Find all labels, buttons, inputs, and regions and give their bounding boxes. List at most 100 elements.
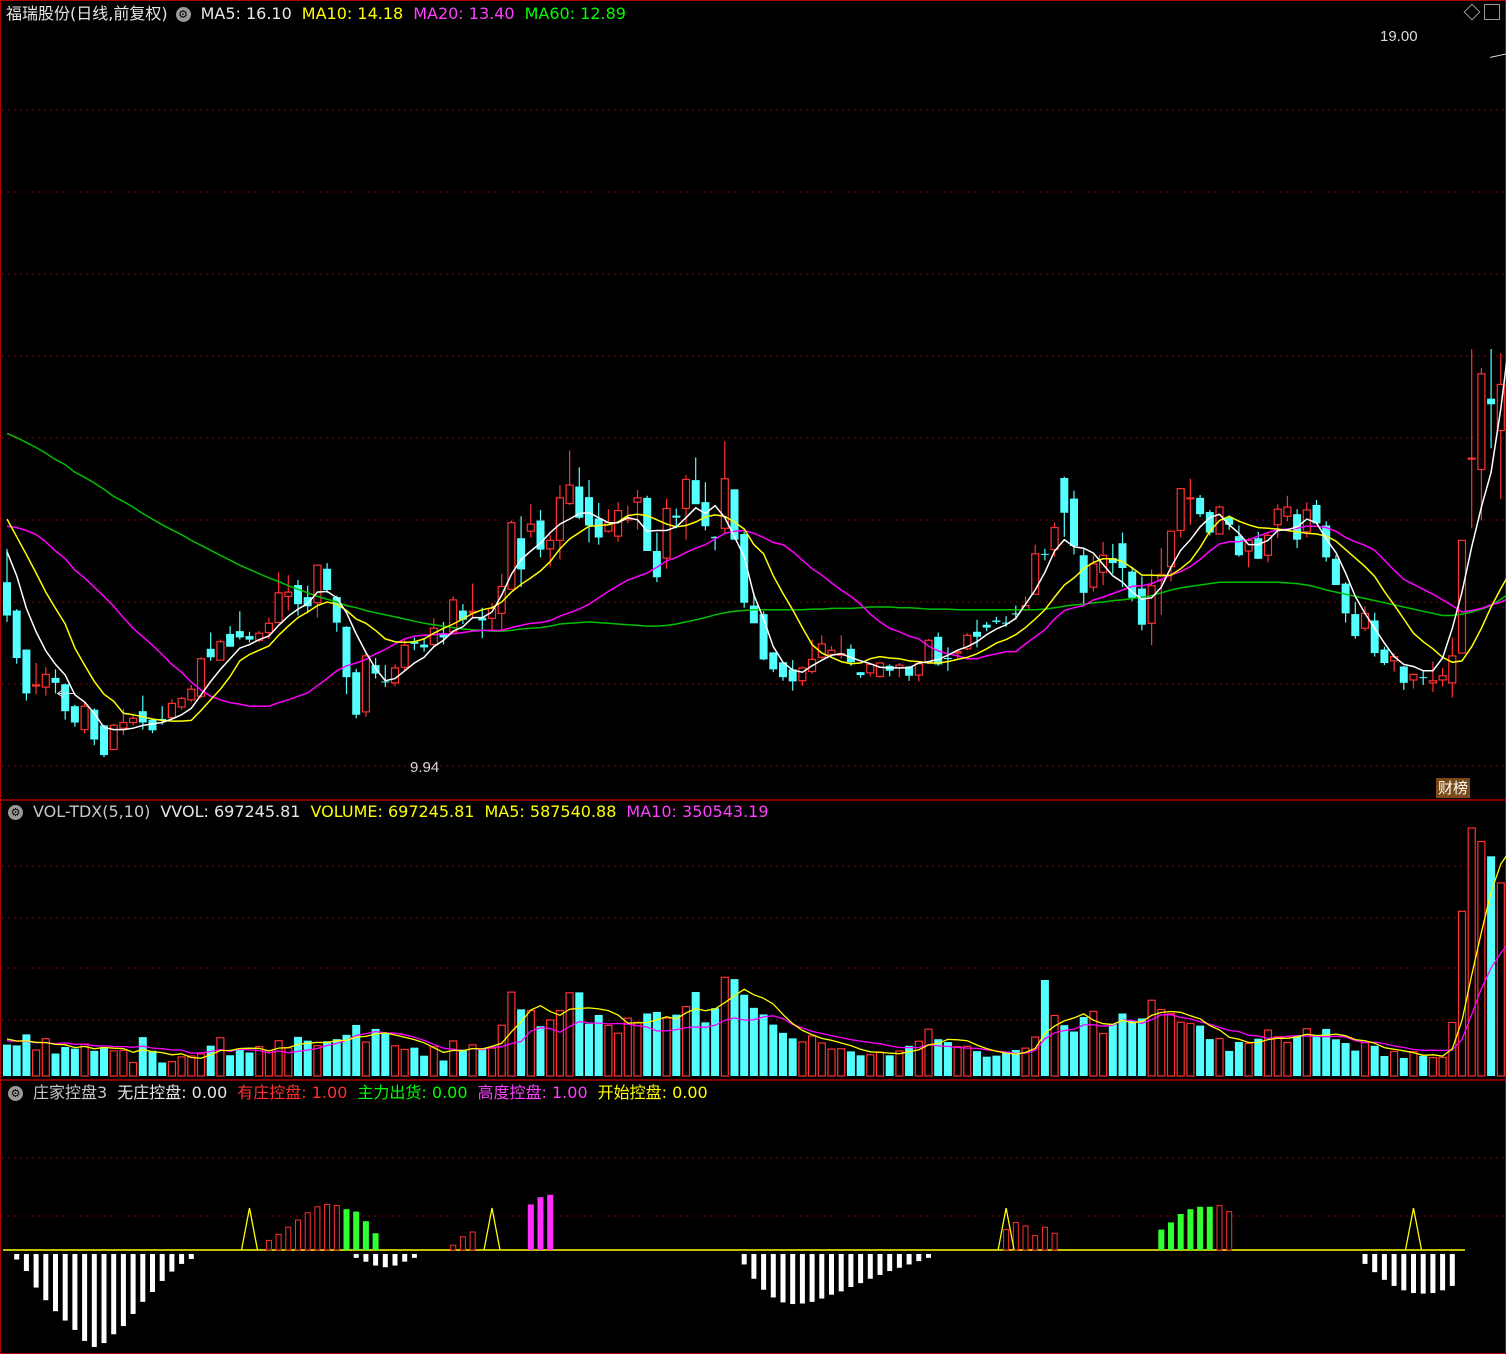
- candle-body: [100, 725, 108, 756]
- volume-bar: [274, 1040, 283, 1077]
- low-price-label: 9.94: [410, 759, 440, 776]
- volume-bar: [1273, 1036, 1282, 1077]
- volume-bar: [1341, 1043, 1350, 1076]
- volume-bar: [352, 1024, 361, 1076]
- candle-body: [22, 649, 31, 694]
- zk-white-bar: [848, 1254, 854, 1287]
- candle-body: [70, 706, 79, 723]
- zk-white-bar: [179, 1254, 185, 1264]
- candle-body: [1487, 398, 1496, 405]
- candle-body: [390, 667, 400, 684]
- volume-bar: [623, 1017, 632, 1077]
- volume-bar: [924, 1028, 933, 1077]
- volume-bar: [1438, 1056, 1447, 1077]
- volume-bar: [1244, 1042, 1253, 1077]
- volume-bar: [1419, 1055, 1428, 1076]
- candle-body: [1070, 498, 1078, 547]
- volume-bar: [585, 1023, 593, 1076]
- volume-bar: [895, 1050, 904, 1077]
- volume-bar: [158, 1062, 167, 1076]
- candle-body: [769, 652, 778, 670]
- zk-bar: [1041, 1226, 1048, 1251]
- candle-body: [1205, 512, 1214, 533]
- window-box-icon[interactable]: [1484, 4, 1500, 20]
- candle-body: [1419, 677, 1428, 679]
- volume-bar: [662, 1017, 671, 1077]
- volume-bar: [381, 1033, 390, 1076]
- zk-label-high: 高度控盘: 1.00: [477, 1083, 588, 1102]
- candle-body: [31, 684, 41, 687]
- high-arrow: [1490, 53, 1506, 58]
- candle-body: [41, 673, 50, 688]
- volume-bar: [807, 1035, 817, 1077]
- zk-white-bar: [896, 1254, 902, 1268]
- stock-chart[interactable]: [0, 0, 1506, 1354]
- volume-bar: [245, 1052, 254, 1076]
- candle-body: [1273, 508, 1282, 526]
- candle-body: [1186, 497, 1195, 500]
- volume-bar: [216, 1037, 225, 1077]
- volume-bar: [109, 1050, 118, 1077]
- candle-body: [594, 518, 603, 538]
- vol-indicator-name[interactable]: VOL-TDX(5,10): [33, 800, 150, 824]
- ma5-line: [6, 361, 1506, 731]
- candle-body: [585, 497, 593, 526]
- zk-green-bar: [343, 1209, 350, 1250]
- candle-body: [555, 497, 565, 541]
- volume-bar: [41, 1038, 50, 1077]
- volume-bar: [613, 1032, 623, 1077]
- zk-white-bar: [1430, 1254, 1436, 1294]
- volume-bar: [3, 1044, 11, 1076]
- zk-white-bar: [926, 1254, 931, 1258]
- zk-white-bar: [1401, 1254, 1407, 1291]
- candle-body: [1399, 666, 1408, 683]
- zk-bar: [314, 1206, 321, 1251]
- zk-white-bar: [867, 1254, 873, 1279]
- volume-bar: [837, 1048, 846, 1077]
- zk-white-bar: [411, 1254, 417, 1258]
- volume-bar: [1399, 1057, 1408, 1076]
- zk-indicator-name[interactable]: 庄家控盘3: [33, 1081, 107, 1105]
- volume-bar: [51, 1053, 60, 1076]
- volume-bar: [371, 1028, 380, 1076]
- candle-body: [749, 605, 758, 624]
- candle-body: [226, 633, 235, 647]
- corner-tag[interactable]: 财榜: [1435, 778, 1470, 798]
- ma5-label: MA5: 16.10: [200, 4, 292, 23]
- zk-white-bar: [877, 1254, 883, 1275]
- zk-bar: [1216, 1205, 1223, 1251]
- volume-bar: [992, 1055, 1001, 1076]
- volume-bar: [934, 1039, 943, 1076]
- gear-icon[interactable]: ⚙: [8, 1085, 23, 1101]
- volume-bar: [429, 1046, 438, 1077]
- volume-bar: [749, 1007, 758, 1076]
- volume-bar: [1254, 1038, 1263, 1076]
- volume-bar: [565, 992, 574, 1077]
- volume-bar: [526, 1009, 535, 1077]
- volume-bar: [1137, 1018, 1146, 1076]
- candle-body: [187, 688, 196, 701]
- zk-white-bar: [790, 1254, 796, 1305]
- volume-bar: [235, 1050, 244, 1076]
- zk-bar: [275, 1233, 282, 1251]
- gear-icon[interactable]: ⚙: [175, 6, 191, 22]
- volume-bar: [1293, 1036, 1302, 1076]
- volume-bar: [594, 1014, 603, 1076]
- volume-bar: [1031, 1036, 1040, 1077]
- volume-bar: [187, 1055, 196, 1077]
- candle-body: [1380, 649, 1389, 663]
- gear-icon[interactable]: ⚙: [8, 804, 23, 820]
- candle-body: [1351, 614, 1360, 637]
- volume-bar: [1283, 1041, 1292, 1077]
- zk-white-bar: [101, 1254, 107, 1344]
- volume-bar: [177, 1056, 186, 1077]
- volume-bar: [31, 1049, 41, 1077]
- volume-bar: [1070, 1031, 1078, 1076]
- volume-bar: [1457, 910, 1467, 1077]
- candle-body: [691, 480, 700, 505]
- volume-bar: [294, 1036, 302, 1076]
- volume-bar: [332, 1039, 341, 1076]
- zk-white-bar: [91, 1254, 97, 1347]
- stock-name[interactable]: 福瑞股份(日线,前复权): [6, 2, 168, 26]
- candle-body: [526, 523, 535, 532]
